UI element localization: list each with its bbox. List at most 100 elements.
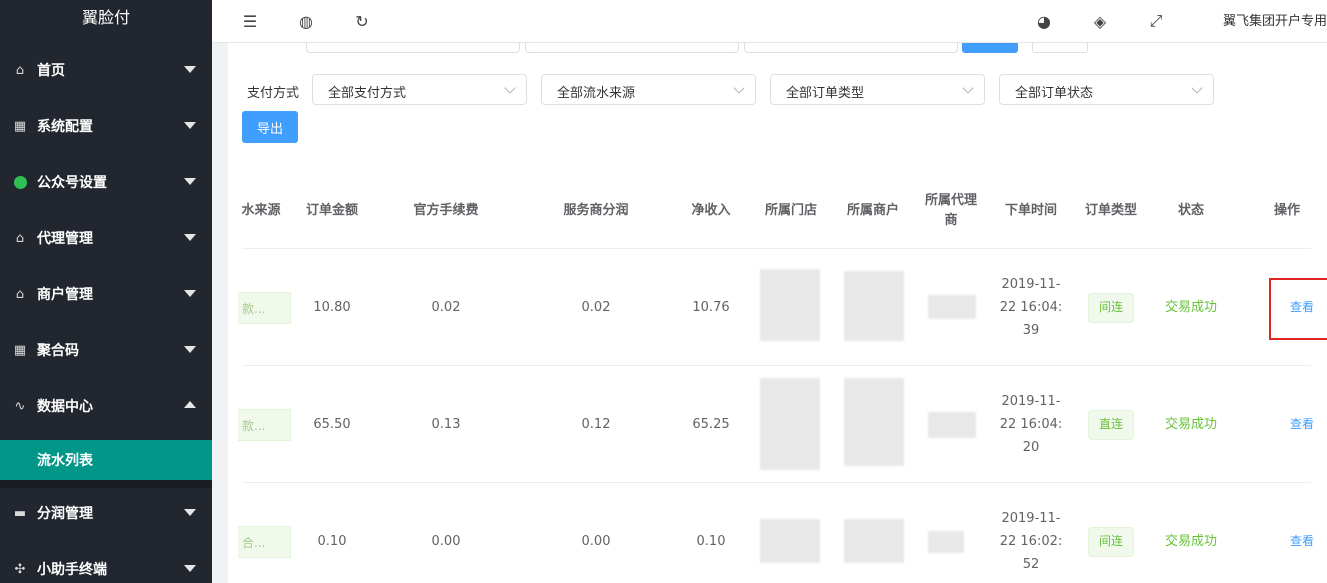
sidebar-item-assistant[interactable]: ✣ 小助手终端 [0, 541, 212, 583]
table-header: 水来源 订单金额 官方手续费 服务商分润 净收入 所属门店 所属商户 所属代理商… [241, 173, 1311, 249]
sidebar-item-data-center[interactable]: ∿ 数据中心 [0, 378, 212, 434]
redacted-merchant [844, 519, 904, 563]
search-input[interactable] [525, 43, 739, 53]
cell-fee: 0.02 [431, 300, 461, 315]
grid-icon: ▦ [13, 342, 27, 358]
table-row: 合... 0.10 0.00 0.00 0.10 2019-11- 22 16:… [238, 483, 1314, 583]
view-link[interactable]: 查看 [1290, 530, 1314, 553]
select-order-type[interactable]: 全部订单类型 [770, 74, 985, 105]
col-header: 所属代理商 [924, 193, 977, 228]
select-order-status[interactable]: 全部订单状态 [999, 74, 1214, 105]
cell-status: 交易成功 [1156, 366, 1226, 483]
order-type-tag: 直连 [1088, 409, 1134, 440]
col-header: 状态 [1177, 203, 1204, 218]
sidebar-item-system[interactable]: ▦ 系统配置 [0, 98, 212, 154]
sidebar-item-wechat[interactable]: 公众号设置 [0, 154, 212, 210]
reset-button[interactable] [1032, 43, 1088, 53]
cash-icon: ▬ [13, 505, 27, 521]
source-tag: 款... [238, 409, 291, 441]
menu-fold-icon[interactable]: ☰ [240, 11, 260, 31]
date-input[interactable] [744, 43, 958, 53]
order-type-tag: 间连 [1088, 292, 1134, 323]
col-header: 水来源 [241, 203, 281, 218]
cell-type: 直连 [1076, 366, 1146, 483]
chevron-down-icon [962, 82, 974, 94]
sidebar-item-agent[interactable]: ⌂ 代理管理 [0, 210, 212, 266]
search-button[interactable] [962, 43, 1018, 53]
home-icon: ⌂ [15, 230, 25, 246]
fullscreen-icon[interactable]: ⤢ [1146, 11, 1166, 31]
sidebar-item-home[interactable]: ⌂ 首页 [0, 42, 212, 98]
redacted-agent [928, 412, 976, 438]
cell-profit: 0.00 [581, 534, 611, 549]
tag-icon[interactable]: ◈ [1090, 11, 1110, 31]
select-payment-method[interactable]: 全部支付方式 [312, 74, 527, 105]
col-header: 服务商分润 [563, 203, 629, 218]
cell-profit: 0.12 [581, 417, 611, 432]
chevron-up-icon [184, 401, 196, 408]
source-tag: 合... [238, 526, 291, 558]
sidebar-subitem-flow-list[interactable]: 流水列表 [0, 440, 212, 480]
chevron-down-icon [184, 66, 196, 73]
status-text: 交易成功 [1164, 300, 1217, 315]
chevron-down-icon [733, 82, 745, 94]
select-flow-source[interactable]: 全部流水来源 [541, 74, 756, 105]
col-header: 订单类型 [1084, 203, 1137, 218]
highlight-box [1269, 278, 1327, 340]
cell-time: 2019-11- 22 16:02: 52 [999, 511, 1063, 572]
chevron-down-icon [184, 122, 196, 129]
table-row: 款... 65.50 0.13 0.12 65.25 2019-11- 22 1… [238, 366, 1314, 483]
globe-icon[interactable]: ◍ [296, 11, 316, 31]
cell-fee: 0.00 [431, 534, 461, 549]
top-bar: ☰ ◍ ↻ ◕ ◈ ⤢ 翼飞集团开户专用 [212, 0, 1327, 43]
cell-fee: 0.13 [431, 417, 461, 432]
cell-type: 间连 [1076, 483, 1146, 583]
redacted-merchant [844, 271, 904, 341]
cell-amount: 0.10 [317, 534, 347, 549]
col-header: 操作 [1273, 203, 1300, 218]
cell-net: 0.10 [696, 534, 726, 549]
user-name[interactable]: 翼飞集团开户专用 [1223, 10, 1327, 29]
search-input[interactable] [306, 43, 520, 53]
redacted-agent [928, 531, 964, 553]
redacted-store [760, 378, 820, 470]
status-text: 交易成功 [1164, 534, 1217, 549]
cell-status: 交易成功 [1156, 249, 1226, 366]
chevron-down-icon [184, 234, 196, 241]
cell-type: 间连 [1076, 249, 1146, 366]
home-icon: ⌂ [15, 286, 25, 302]
table-row: 款... 10.80 0.02 0.02 10.76 2019-11- 22 1… [238, 249, 1327, 366]
chevron-down-icon [184, 178, 196, 185]
fan-icon: ✣ [14, 561, 26, 577]
source-tag: 款... [238, 292, 291, 324]
sidebar: 翼脸付 ⌂ 首页 ▦ 系统配置 公众号设置 ⌂ 代理管理 ⌂ 商户管理 ▦ 聚合… [0, 0, 212, 583]
sidebar-item-merchant[interactable]: ⌂ 商户管理 [0, 266, 212, 322]
cell-amount: 65.50 [313, 417, 351, 432]
col-header: 官方手续费 [413, 203, 479, 218]
chevron-down-icon [184, 565, 196, 572]
main-content: 支付方式 全部支付方式 全部流水来源 全部订单类型 全部订单状态 导出 水来源 … [228, 43, 1327, 583]
chevron-down-icon [184, 346, 196, 353]
status-text: 交易成功 [1164, 417, 1217, 432]
col-header: 订单金额 [305, 203, 358, 218]
palette-icon[interactable]: ◕ [1034, 11, 1054, 31]
redacted-store [760, 269, 820, 341]
refresh-icon[interactable]: ↻ [352, 11, 372, 31]
cell-net: 65.25 [692, 417, 730, 432]
sidebar-item-qrcode[interactable]: ▦ 聚合码 [0, 322, 212, 378]
sidebar-item-profit[interactable]: ▬ 分润管理 [0, 485, 212, 541]
col-header: 下单时间 [1004, 203, 1057, 218]
filter-label: 支付方式 [247, 86, 300, 101]
cell-action: 查看 [1267, 483, 1327, 583]
app-logo: 翼脸付 [81, 8, 130, 27]
cell-time: 2019-11- 22 16:04: 20 [999, 394, 1063, 455]
grid-icon: ▦ [13, 118, 27, 134]
export-button[interactable]: 导出 [242, 111, 298, 143]
cell-time: 2019-11- 22 16:04: 39 [999, 277, 1063, 338]
chevron-down-icon [504, 82, 516, 94]
wechat-icon [12, 174, 28, 190]
cell-net: 10.76 [692, 300, 730, 315]
cell-action: 查看 [1267, 366, 1327, 483]
order-type-tag: 间连 [1088, 526, 1134, 557]
view-link[interactable]: 查看 [1290, 413, 1314, 436]
